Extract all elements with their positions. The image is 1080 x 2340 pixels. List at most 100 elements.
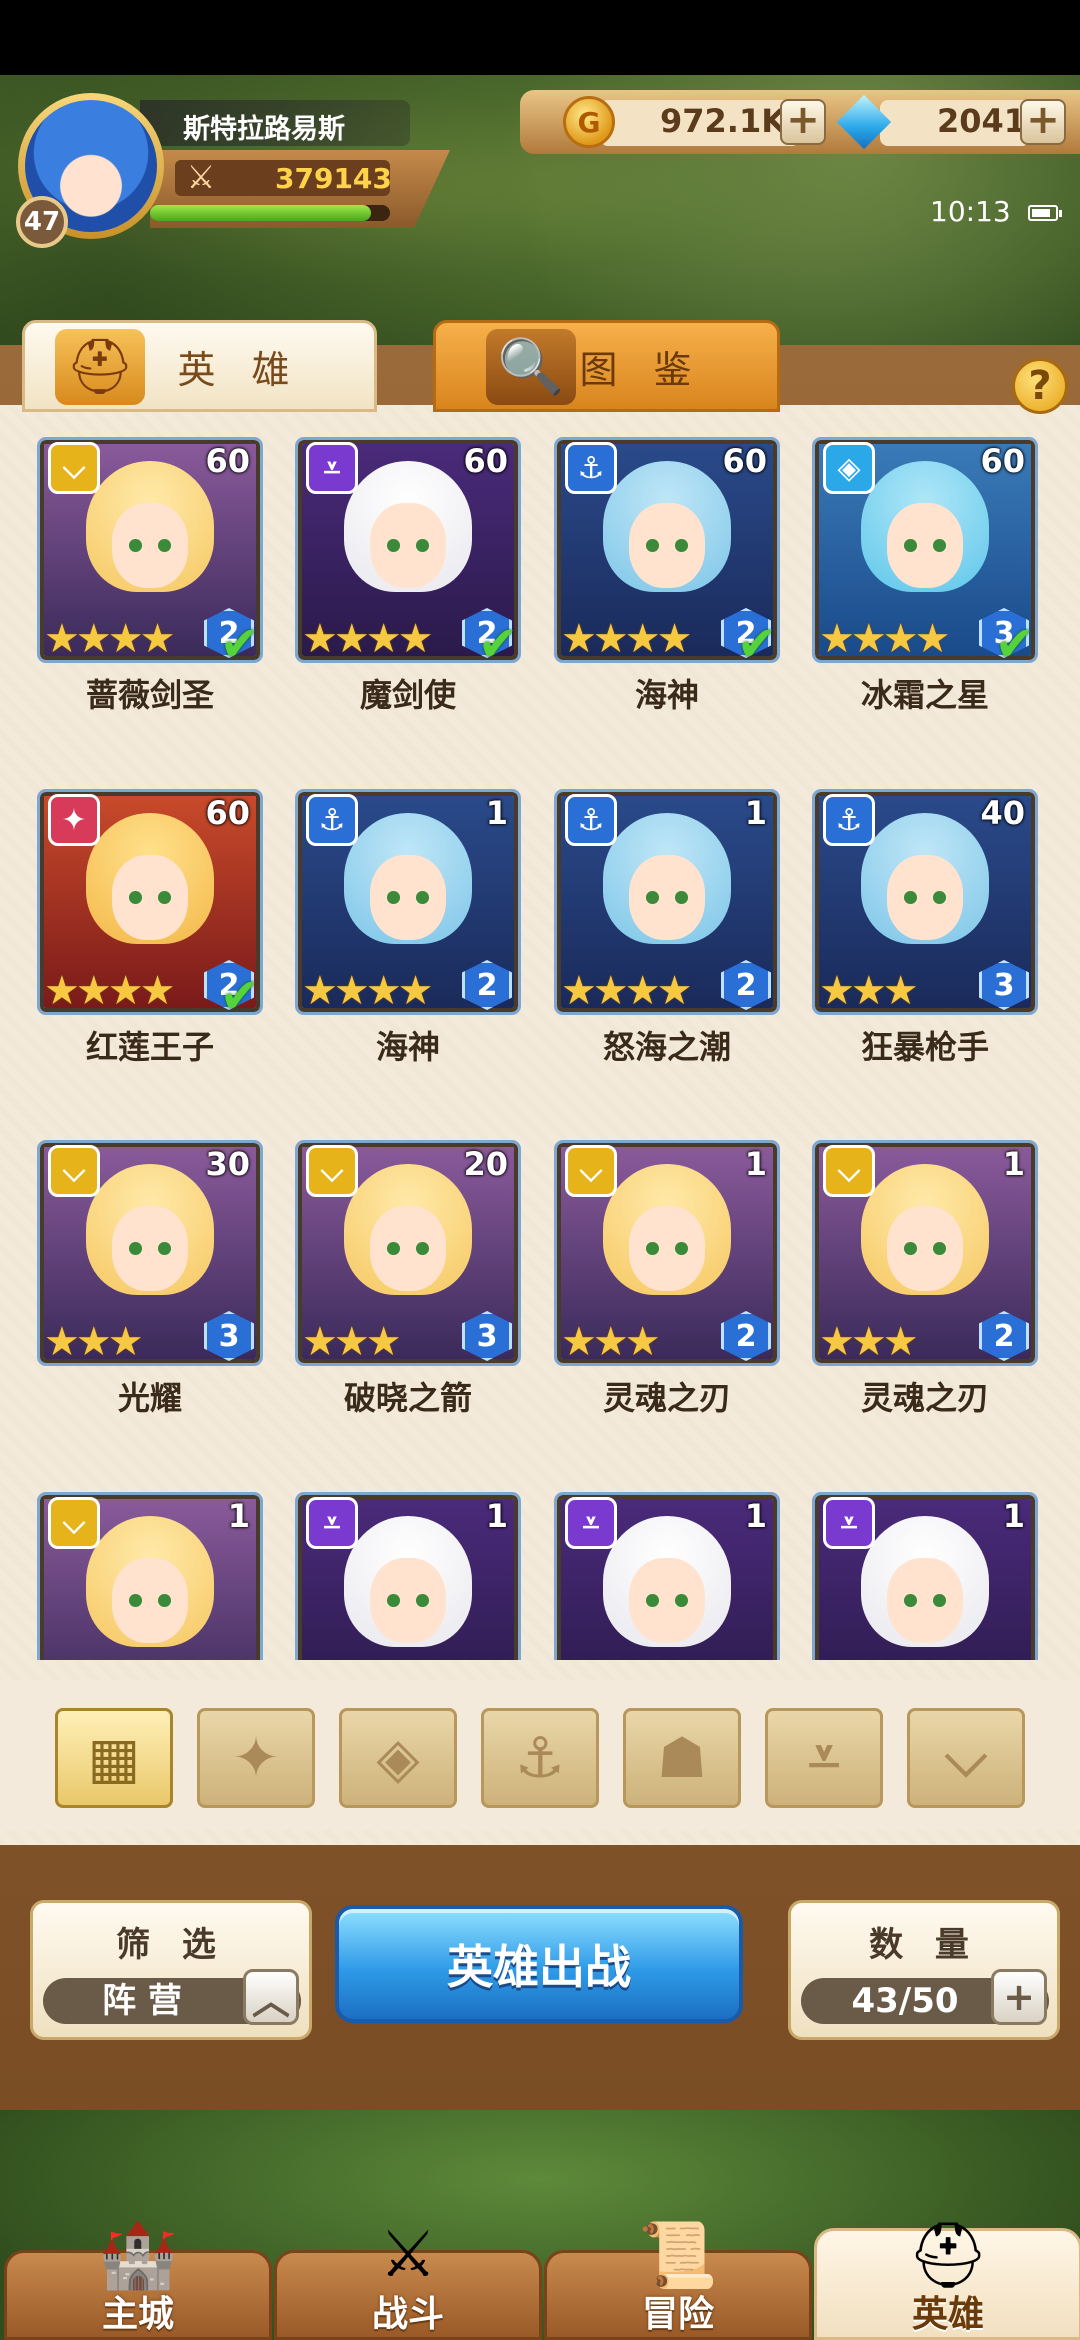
hero-name: 海神 bbox=[634, 676, 699, 714]
star-rating: ★★★★ bbox=[302, 616, 433, 662]
light-faction-icon: ⌵ bbox=[48, 1497, 100, 1549]
fire-faction-icon: ✦ bbox=[232, 1725, 280, 1791]
filter-control: 筛 选 阵 营 ︿ bbox=[30, 1900, 312, 2040]
star-rating: ★★★ bbox=[44, 1319, 144, 1365]
crossed-swords-power-icon: ⚔ bbox=[186, 158, 216, 196]
hero-card[interactable]: ⩡ 1 bbox=[554, 1485, 780, 1660]
add-gems-button[interactable]: + bbox=[1020, 99, 1066, 145]
filter-title: 筛 选 bbox=[116, 1925, 226, 1965]
checkmark-icon: ✔ bbox=[219, 616, 260, 672]
beast-faction-filter-button[interactable]: ☗ bbox=[623, 1708, 741, 1808]
status-bar bbox=[0, 0, 1080, 75]
nav-label: 主城 bbox=[101, 2294, 174, 2335]
hero-name: 光耀 bbox=[117, 1379, 182, 1417]
hero-level: 40 bbox=[980, 794, 1025, 832]
star-rating: ★★★★ bbox=[44, 616, 175, 662]
tab-codex[interactable]: 🔍 图 鉴 bbox=[433, 320, 780, 412]
hero-level: 1 bbox=[744, 1145, 767, 1183]
hero-name: 破晓之箭 bbox=[343, 1379, 472, 1417]
light-faction-icon: ⌵ bbox=[48, 442, 100, 494]
clock: 10:13 bbox=[930, 195, 1011, 228]
hero-level: 1 bbox=[1002, 1497, 1025, 1535]
exp-bar-fill bbox=[150, 205, 371, 221]
sea-faction-icon: ⚓ bbox=[306, 794, 358, 846]
hero-card[interactable]: ⩡ 1 bbox=[295, 1485, 521, 1660]
gem-value: 2041 bbox=[937, 102, 1027, 140]
sea-faction-filter-button[interactable]: ⚓ bbox=[481, 1708, 599, 1808]
hero-card[interactable]: ◈ 60 ★★★★ 3 ✔ 冰霜之星 bbox=[812, 430, 1038, 714]
nav-label: 冒险 bbox=[641, 2294, 714, 2335]
star-rating: ★★★★ bbox=[44, 968, 175, 1014]
hero-level: 1 bbox=[485, 794, 508, 832]
add-gold-button[interactable]: + bbox=[780, 99, 826, 145]
ice-faction-filter-button[interactable]: ◈ bbox=[339, 1708, 457, 1808]
checkmark-icon: ✔ bbox=[994, 616, 1035, 672]
hero-card[interactable]: ⚓ 1 ★★★★ 2 怒海之潮 bbox=[554, 782, 780, 1066]
hero-card[interactable]: ⌵ 60 ★★★★ 2 ✔ 蔷薇剑圣 bbox=[37, 430, 263, 714]
combat-power-value: 379143 bbox=[275, 162, 392, 195]
tab-heroes[interactable]: ⛑ 英 雄 bbox=[22, 320, 377, 412]
count-control: 数 量 43/50 + bbox=[788, 1900, 1060, 2040]
nav-label: 英雄 bbox=[911, 2294, 984, 2335]
hero-name: 冰霜之星 bbox=[860, 676, 989, 714]
hero-name: 灵魂之刃 bbox=[860, 1379, 989, 1417]
hero-name: 蔷薇剑圣 bbox=[85, 676, 214, 714]
chevron-up-icon[interactable]: ︿ bbox=[243, 1969, 299, 2025]
hero-level: 1 bbox=[1002, 1145, 1025, 1183]
fire-faction-filter-button[interactable]: ✦ bbox=[197, 1708, 315, 1808]
hero-name: 红莲王子 bbox=[85, 1028, 214, 1066]
dark-faction-icon: ⩡ bbox=[306, 1497, 358, 1549]
faction-filter-row: ▦ ✦ ◈ ⚓ ☗ ⩡ ⌵ bbox=[0, 1680, 1080, 1830]
hero-level: 1 bbox=[744, 1497, 767, 1535]
star-rating: ★★★★ bbox=[819, 616, 950, 662]
player-level-badge: 47 bbox=[16, 196, 68, 248]
hero-level: 60 bbox=[722, 442, 767, 480]
light-faction-filter-button[interactable]: ⌵ bbox=[907, 1708, 1025, 1808]
hero-level: 60 bbox=[463, 442, 508, 480]
star-rating: ★★★ bbox=[819, 968, 919, 1014]
hero-level: 1 bbox=[485, 1497, 508, 1535]
tab-heroes-label: 英 雄 bbox=[177, 347, 302, 392]
hero-grid: ⌵ 60 ★★★★ 2 ✔ 蔷薇剑圣 ⩡ 60 ★★★★ 2 ✔ 魔剑使 ⚓ 6… bbox=[0, 420, 1080, 1660]
checkmark-icon: ✔ bbox=[736, 616, 777, 672]
hero-card[interactable]: ⌵ 1 ★★★ 2 灵魂之刃 bbox=[554, 1133, 780, 1417]
hero-card[interactable]: ⌵ 30 ★★★ 3 光耀 bbox=[37, 1133, 263, 1417]
grid-all-filter-button[interactable]: ▦ bbox=[55, 1708, 173, 1808]
ice-faction-icon: ◈ bbox=[376, 1725, 420, 1791]
gold-coin-icon: G bbox=[563, 96, 615, 148]
checkmark-icon: ✔ bbox=[219, 968, 260, 1024]
hero-card[interactable]: ⚓ 1 ★★★★ 2 海神 bbox=[295, 782, 521, 1066]
hero-card[interactable]: ⌵ 20 ★★★ 3 破晓之箭 bbox=[295, 1133, 521, 1417]
sea-faction-icon: ⚓ bbox=[514, 1725, 566, 1791]
grid-all-icon: ▦ bbox=[87, 1725, 141, 1791]
star-rating: ★★★★ bbox=[302, 968, 433, 1014]
hero-level: 60 bbox=[205, 794, 250, 832]
hero-level: 60 bbox=[205, 442, 250, 480]
hero-card[interactable]: ⚓ 60 ★★★★ 2 ✔ 海神 bbox=[554, 430, 780, 714]
hero-level: 1 bbox=[744, 794, 767, 832]
hero-card[interactable]: ⩡ 1 bbox=[812, 1485, 1038, 1660]
hero-name: 狂暴枪手 bbox=[860, 1028, 989, 1066]
hero-card[interactable]: ⚓ 40 ★★★ 3 狂暴枪手 bbox=[812, 782, 1038, 1066]
deploy-heroes-button[interactable]: 英雄出战 bbox=[335, 1905, 743, 2023]
tab-codex-label: 图 鉴 bbox=[579, 347, 704, 392]
star-rating: ★★★ bbox=[302, 1319, 402, 1365]
hero-card[interactable]: ⌵ 1 ★★★ 2 灵魂之刃 bbox=[812, 1133, 1038, 1417]
hero-name: 海神 bbox=[375, 1028, 440, 1066]
gold-value: 972.1K bbox=[660, 102, 787, 140]
star-rating: ★★★ bbox=[819, 1319, 919, 1365]
dark-faction-icon: ⩡ bbox=[808, 1725, 840, 1790]
hero-card[interactable]: ⩡ 60 ★★★★ 2 ✔ 魔剑使 bbox=[295, 430, 521, 714]
light-faction-icon: ⌵ bbox=[306, 1145, 358, 1197]
checkmark-icon: ✔ bbox=[477, 616, 518, 672]
sea-faction-icon: ⚓ bbox=[565, 442, 617, 494]
help-button[interactable]: ? bbox=[1012, 358, 1068, 414]
hero-card[interactable]: ✦ 60 ★★★★ 2 ✔ 红莲王子 bbox=[37, 782, 263, 1066]
count-title: 数 量 bbox=[869, 1925, 979, 1965]
dark-faction-filter-button[interactable]: ⩡ bbox=[765, 1708, 883, 1808]
hero-name: 魔剑使 bbox=[359, 676, 456, 714]
light-faction-icon: ⌵ bbox=[48, 1145, 100, 1197]
beast-faction-icon: ☗ bbox=[656, 1725, 708, 1791]
hero-card[interactable]: ⌵ 1 bbox=[37, 1485, 263, 1660]
add-slot-button[interactable]: + bbox=[991, 1969, 1047, 2025]
